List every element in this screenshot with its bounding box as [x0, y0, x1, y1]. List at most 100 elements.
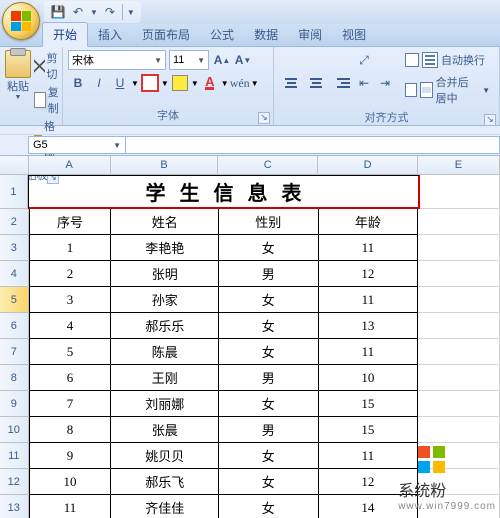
cell[interactable]: 9 — [29, 443, 112, 469]
decrease-indent-button[interactable]: ⇤ — [354, 73, 374, 93]
cell[interactable]: 2 — [29, 261, 112, 287]
cell[interactable]: 李艳艳 — [111, 235, 218, 261]
tab-data[interactable]: 数据 — [244, 23, 288, 46]
cell[interactable]: 女 — [219, 313, 319, 339]
cell[interactable]: 13 — [319, 313, 419, 339]
cell[interactable]: 齐佳佳 — [111, 495, 218, 518]
cell[interactable]: 姓名 — [111, 209, 218, 235]
cut-button[interactable]: 剪切 — [34, 50, 63, 82]
cell[interactable]: 郝乐飞 — [111, 469, 218, 495]
tab-insert[interactable]: 插入 — [88, 23, 132, 46]
title-cell[interactable]: 学生信息表 — [28, 175, 420, 209]
cell[interactable]: 男 — [219, 261, 319, 287]
cell[interactable]: 11 — [319, 235, 419, 261]
row-header[interactable]: 4 — [0, 261, 29, 287]
cell[interactable]: 女 — [219, 443, 319, 469]
col-header-b[interactable]: B — [111, 156, 219, 174]
align-middle-button[interactable] — [304, 50, 328, 70]
cell[interactable] — [418, 417, 500, 443]
undo-dropdown[interactable]: ▼ — [90, 8, 98, 17]
row-header[interactable]: 10 — [0, 417, 29, 443]
cell[interactable]: 女 — [219, 391, 319, 417]
row-header[interactable]: 5 — [0, 287, 29, 313]
phonetic-guide-button[interactable]: wén — [230, 73, 250, 93]
font-size-combo[interactable]: 11▼ — [169, 50, 209, 70]
row-header[interactable]: 6 — [0, 313, 29, 339]
cell[interactable]: 12 — [319, 261, 419, 287]
cell[interactable]: 郝乐乐 — [111, 313, 218, 339]
row-header[interactable]: 11 — [0, 443, 29, 469]
underline-button[interactable]: U — [110, 73, 130, 93]
cell[interactable]: 10 — [29, 469, 112, 495]
cell[interactable]: 男 — [219, 365, 319, 391]
cell[interactable]: 性别 — [219, 209, 319, 235]
border-button[interactable] — [140, 73, 160, 93]
cell[interactable] — [420, 175, 500, 209]
cell[interactable] — [418, 339, 500, 365]
underline-dropdown[interactable]: ▼ — [131, 79, 139, 88]
row-header[interactable]: 3 — [0, 235, 29, 261]
row-header[interactable]: 9 — [0, 391, 29, 417]
cell[interactable]: 序号 — [29, 209, 112, 235]
name-box[interactable]: G5▼ — [28, 136, 126, 154]
font-name-combo[interactable]: 宋体▼ — [68, 50, 166, 70]
border-dropdown[interactable]: ▼ — [161, 79, 169, 88]
cell[interactable]: 15 — [319, 417, 419, 443]
row-header[interactable]: 1 — [0, 175, 28, 209]
shrink-font-button[interactable]: A▼ — [233, 50, 253, 70]
cell[interactable] — [418, 287, 500, 313]
merge-dropdown[interactable]: ▼ — [482, 86, 490, 95]
save-icon[interactable]: 💾 — [50, 4, 66, 20]
cell[interactable] — [418, 365, 500, 391]
fill-dropdown[interactable]: ▼ — [191, 79, 199, 88]
wrap-text-button[interactable]: 自动换行 — [401, 50, 494, 70]
cell[interactable]: 7 — [29, 391, 112, 417]
cell[interactable]: 年龄 — [319, 209, 419, 235]
orientation-button[interactable]: ⤢ — [354, 50, 374, 70]
formula-bar[interactable] — [126, 136, 500, 154]
col-header-e[interactable]: E — [418, 156, 500, 174]
cell[interactable] — [418, 313, 500, 339]
cell[interactable] — [418, 261, 500, 287]
cell[interactable]: 11 — [319, 287, 419, 313]
col-header-c[interactable]: C — [218, 156, 318, 174]
font-color-button[interactable]: A — [200, 73, 220, 93]
tab-view[interactable]: 视图 — [332, 23, 376, 46]
cell[interactable] — [418, 209, 500, 235]
paste-dropdown[interactable]: ▼ — [5, 94, 31, 101]
align-right-button[interactable] — [329, 73, 353, 93]
italic-button[interactable]: I — [89, 73, 109, 93]
col-header-d[interactable]: D — [318, 156, 418, 174]
align-top-button[interactable] — [279, 50, 303, 70]
font-dialog-launcher[interactable]: ↘ — [258, 112, 270, 124]
row-header[interactable]: 8 — [0, 365, 29, 391]
cell[interactable]: 张晨 — [111, 417, 218, 443]
cell[interactable]: 姚贝贝 — [111, 443, 218, 469]
cell[interactable]: 男 — [219, 417, 319, 443]
cell[interactable]: 女 — [219, 339, 319, 365]
grow-font-button[interactable]: A▲ — [212, 50, 232, 70]
cell[interactable]: 1 — [29, 235, 112, 261]
font-color-dropdown[interactable]: ▼ — [221, 79, 229, 88]
cell[interactable] — [418, 391, 500, 417]
col-header-a[interactable]: A — [29, 156, 111, 174]
cell[interactable]: 15 — [319, 391, 419, 417]
undo-icon[interactable]: ↶ — [70, 4, 86, 20]
row-header[interactable]: 2 — [0, 209, 29, 235]
cell[interactable]: 3 — [29, 287, 112, 313]
tab-review[interactable]: 审阅 — [288, 23, 332, 46]
redo-icon[interactable]: ↷ — [102, 4, 118, 20]
fill-color-button[interactable] — [170, 73, 190, 93]
cell[interactable]: 女 — [219, 235, 319, 261]
tab-home[interactable]: 开始 — [42, 22, 88, 47]
qat-customize-dropdown[interactable]: ▼ — [127, 8, 135, 17]
cell[interactable]: 11 — [319, 339, 419, 365]
cell[interactable]: 女 — [219, 287, 319, 313]
cell[interactable]: 刘丽娜 — [111, 391, 218, 417]
office-button[interactable] — [2, 2, 40, 40]
copy-button[interactable]: 复制 — [34, 84, 63, 116]
cell[interactable]: 王刚 — [111, 365, 218, 391]
align-center-button[interactable] — [304, 73, 328, 93]
cell[interactable]: 6 — [29, 365, 112, 391]
tab-page-layout[interactable]: 页面布局 — [132, 23, 200, 46]
